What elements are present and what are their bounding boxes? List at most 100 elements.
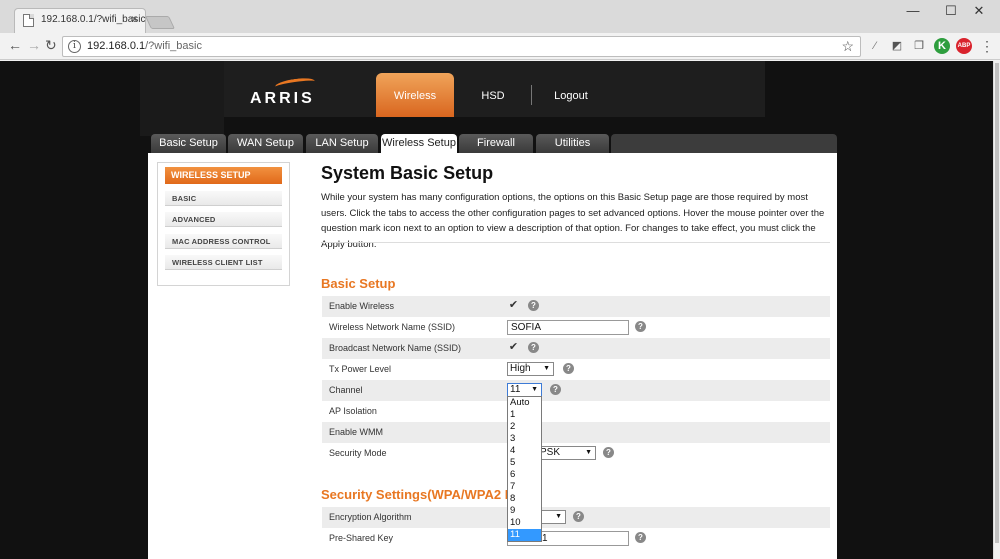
- adblock-icon[interactable]: ABP: [956, 38, 972, 54]
- k-extension-icon[interactable]: K: [934, 38, 950, 54]
- tab-wan-setup[interactable]: WAN Setup: [228, 134, 303, 153]
- sidebar-heading: WIRELESS SETUP: [165, 167, 282, 184]
- channel-option[interactable]: 1: [508, 409, 541, 421]
- ssid-label: Wireless Network Name (SSID): [329, 322, 456, 332]
- page-title: System Basic Setup: [321, 163, 494, 183]
- url-path: /?wifi_basic: [145, 40, 202, 52]
- tx-power-select[interactable]: High ▼: [507, 362, 554, 376]
- cast-icon[interactable]: ◩: [889, 38, 905, 54]
- nav-separator: [531, 85, 532, 105]
- channel-option[interactable]: 10: [508, 517, 541, 529]
- help-icon[interactable]: ?: [603, 447, 614, 458]
- security-mode-label: Security Mode: [329, 448, 387, 458]
- channel-option[interactable]: 4: [508, 445, 541, 457]
- tab-basic-setup[interactable]: Basic Setup: [151, 134, 226, 153]
- menu-icon[interactable]: ⋮: [979, 38, 995, 54]
- enable-wireless-label: Enable Wireless: [329, 301, 395, 311]
- enable-wireless-checkbox[interactable]: ✔: [508, 300, 519, 311]
- help-icon[interactable]: ?: [528, 300, 539, 311]
- row-security-mode: Security Mode PSK ▼ ?: [322, 443, 830, 464]
- tab-firewall[interactable]: Firewall: [459, 134, 533, 153]
- row-enable-wmm: Enable WMM: [322, 422, 830, 443]
- channel-option[interactable]: 7: [508, 481, 541, 493]
- tab-title: 192.168.0.1/?wifi_basic: [41, 14, 146, 25]
- tx-power-value: High: [510, 363, 531, 374]
- info-icon[interactable]: i: [68, 40, 81, 53]
- sidebar-item-basic[interactable]: BASIC: [165, 191, 282, 206]
- help-icon[interactable]: ?: [635, 321, 646, 332]
- channel-option[interactable]: 9: [508, 505, 541, 517]
- chevron-down-icon: ▼: [555, 513, 562, 520]
- chevron-down-icon: ▼: [585, 449, 592, 456]
- channel-value: 11: [510, 384, 521, 395]
- channel-dropdown-list[interactable]: Auto 1 2 3 4 5 6 7 8 9 10 11: [507, 396, 542, 542]
- broadcast-ssid-label: Broadcast Network Name (SSID): [329, 343, 462, 353]
- bookmark-star-icon[interactable]: ☆: [841, 38, 854, 55]
- chevron-down-icon: ▼: [531, 386, 538, 393]
- channel-select[interactable]: 11 ▼: [507, 383, 542, 397]
- row-encryption-algorithm: Encryption Algorithm ▼ ?: [322, 507, 830, 528]
- security-settings-heading: Security Settings(WPA/WPA2 P: [321, 487, 514, 502]
- url-text[interactable]: 192.168.0.1/?wifi_basic: [87, 40, 202, 52]
- browser-titlebar: 192.168.0.1/?wifi_basic × — ☐ ✕: [0, 0, 1000, 33]
- channel-option[interactable]: 2: [508, 421, 541, 433]
- tab-utilities[interactable]: Utilities: [536, 134, 609, 153]
- encryption-algorithm-label: Encryption Algorithm: [329, 512, 412, 522]
- row-pre-shared-key: Pre-Shared Key 1 ?: [322, 528, 830, 549]
- row-ssid: Wireless Network Name (SSID) SOFIA ?: [322, 317, 830, 338]
- row-enable-wireless: Enable Wireless ✔ ?: [322, 296, 830, 317]
- help-icon[interactable]: ?: [528, 342, 539, 353]
- nav-logout[interactable]: Logout: [540, 73, 602, 117]
- channel-option[interactable]: 6: [508, 469, 541, 481]
- tx-power-label: Tx Power Level: [329, 364, 392, 374]
- reload-icon[interactable]: ↻: [45, 37, 57, 54]
- nav-wireless[interactable]: Wireless: [376, 73, 454, 117]
- channel-option-selected[interactable]: 11: [508, 529, 541, 541]
- scrollbar-thumb[interactable]: [995, 63, 999, 543]
- row-ap-isolation: AP Isolation: [322, 401, 830, 422]
- new-tab-button[interactable]: [144, 16, 176, 29]
- address-bar[interactable]: i 192.168.0.1/?wifi_basic ☆: [62, 36, 861, 57]
- channel-option[interactable]: 8: [508, 493, 541, 505]
- channel-option[interactable]: Auto: [508, 397, 541, 409]
- row-broadcast-ssid: Broadcast Network Name (SSID) ✔ ?: [322, 338, 830, 359]
- close-window-button[interactable]: ✕: [962, 2, 996, 22]
- header-left-panel: [140, 61, 224, 136]
- pen-icon[interactable]: ⁄: [867, 38, 883, 54]
- url-host: 192.168.0.1: [87, 40, 146, 52]
- minimize-button[interactable]: —: [896, 2, 930, 22]
- tab-lan-setup[interactable]: LAN Setup: [306, 134, 378, 153]
- channel-option[interactable]: 3: [508, 433, 541, 445]
- security-mode-value: PSK: [540, 447, 561, 458]
- tab-wireless-setup[interactable]: Wireless Setup: [381, 134, 457, 155]
- help-icon[interactable]: ?: [573, 511, 584, 522]
- help-icon[interactable]: ?: [550, 384, 561, 395]
- sidebar-item-advanced[interactable]: ADVANCED: [165, 212, 282, 227]
- chevron-down-icon: ▼: [543, 365, 550, 372]
- help-icon[interactable]: ?: [635, 532, 646, 543]
- channel-option[interactable]: 5: [508, 457, 541, 469]
- browser-tab[interactable]: 192.168.0.1/?wifi_basic ×: [14, 8, 146, 33]
- arris-logo: ARRIS: [250, 90, 315, 107]
- sidebar-item-mac-address-control[interactable]: MAC ADDRESS CONTROL: [165, 234, 282, 249]
- back-icon[interactable]: ←: [8, 37, 22, 53]
- page-scrollbar[interactable]: [993, 61, 1000, 559]
- channel-label: Channel: [329, 385, 363, 395]
- row-tx-power: Tx Power Level High ▼ ?: [322, 359, 830, 380]
- divider: [321, 242, 830, 243]
- pre-shared-key-label: Pre-Shared Key: [329, 533, 394, 543]
- forward-icon[interactable]: →: [27, 37, 41, 53]
- row-channel: Channel 11 ▼ ?: [322, 380, 830, 401]
- ap-isolation-label: AP Isolation: [329, 406, 377, 416]
- basic-setup-heading: Basic Setup: [321, 276, 396, 291]
- tab-close-icon[interactable]: ×: [131, 12, 138, 26]
- sidebar-item-wireless-client-list[interactable]: WIRELESS CLIENT LIST: [165, 255, 282, 270]
- help-icon[interactable]: ?: [563, 363, 574, 374]
- tab-bar-filler: [611, 134, 837, 153]
- nav-hsd[interactable]: HSD: [465, 73, 521, 117]
- enable-wmm-label: Enable WMM: [329, 427, 384, 437]
- copy-icon[interactable]: ❐: [911, 38, 927, 54]
- broadcast-ssid-checkbox[interactable]: ✔: [508, 342, 519, 353]
- ssid-input[interactable]: SOFIA: [507, 320, 629, 335]
- page-icon: [23, 14, 34, 27]
